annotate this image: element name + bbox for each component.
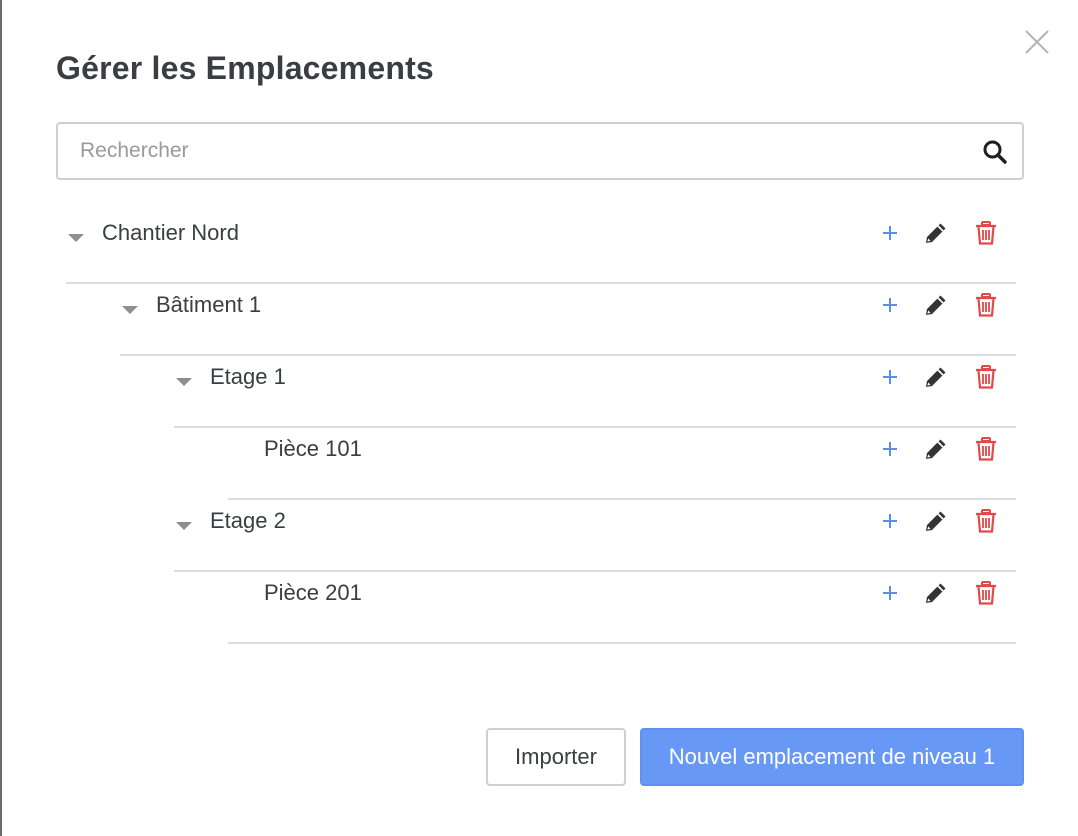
search-input[interactable] [58,124,980,178]
plus-icon [876,442,904,467]
trash-icon [972,221,1000,251]
delete-button[interactable] [972,435,1000,463]
edit-button[interactable] [922,435,950,463]
trash-icon [972,437,1000,467]
trash-icon [972,509,1000,539]
delete-button[interactable] [972,363,1000,391]
row-actions [876,219,1016,251]
row-actions [876,363,1016,395]
row-actions [876,507,1016,539]
close-button[interactable] [1022,27,1052,57]
tree-row-label: Etage 1 [210,364,286,389]
plus-icon [876,226,904,251]
dialog-title: Gérer les Emplacements [56,50,434,86]
tree-row-label: Chantier Nord [102,220,239,245]
tree-row[interactable]: Etage 1 [174,356,1016,428]
pencil-icon [922,223,950,251]
edit-button[interactable] [922,219,950,247]
search-box [56,122,1024,180]
tree-row-label: Pièce 101 [264,436,362,461]
tree-row[interactable]: Pièce 101 [228,428,1016,500]
add-child-button[interactable] [876,579,904,607]
plus-icon [876,586,904,611]
trash-icon [972,365,1000,395]
pencil-icon [922,367,950,395]
add-child-button[interactable] [876,363,904,391]
edit-button[interactable] [922,291,950,319]
edit-button[interactable] [922,363,950,391]
caret-down-icon[interactable] [174,519,194,533]
tree-row-label: Pièce 201 [264,580,362,605]
search-icon[interactable] [982,139,1008,165]
row-actions [876,435,1016,467]
edit-button[interactable] [922,579,950,607]
pencil-icon [922,439,950,467]
trash-icon [972,293,1000,323]
import-button[interactable]: Importer [486,728,626,786]
plus-icon [876,514,904,539]
caret-down-icon[interactable] [120,303,140,317]
add-child-button[interactable] [876,435,904,463]
delete-button[interactable] [972,579,1000,607]
tree-row-label: Bâtiment 1 [156,292,262,317]
caret-down-icon[interactable] [174,375,194,389]
plus-icon [876,370,904,395]
pencil-icon [922,295,950,323]
trash-icon [972,581,1000,611]
edit-button[interactable] [922,507,950,535]
add-child-button[interactable] [876,219,904,247]
add-child-button[interactable] [876,507,904,535]
pencil-icon [922,511,950,539]
tree-row[interactable]: Pièce 201 [228,572,1016,644]
tree-row-label: Etage 2 [210,508,286,533]
close-icon [1025,30,1049,54]
row-actions [876,291,1016,323]
tree-row[interactable]: Etage 2 [174,500,1016,572]
new-level1-location-button[interactable]: Nouvel emplacement de niveau 1 [640,728,1024,786]
row-actions [876,579,1016,611]
tree-row[interactable]: Bâtiment 1 [120,284,1016,356]
add-child-button[interactable] [876,291,904,319]
delete-button[interactable] [972,291,1000,319]
plus-icon [876,298,904,323]
delete-button[interactable] [972,219,1000,247]
manage-locations-dialog: Gérer les Emplacements Chantier Nord Bâti… [2,0,1078,836]
pencil-icon [922,583,950,611]
delete-button[interactable] [972,507,1000,535]
tree-row[interactable]: Chantier Nord [66,212,1016,284]
caret-down-icon[interactable] [66,231,86,245]
